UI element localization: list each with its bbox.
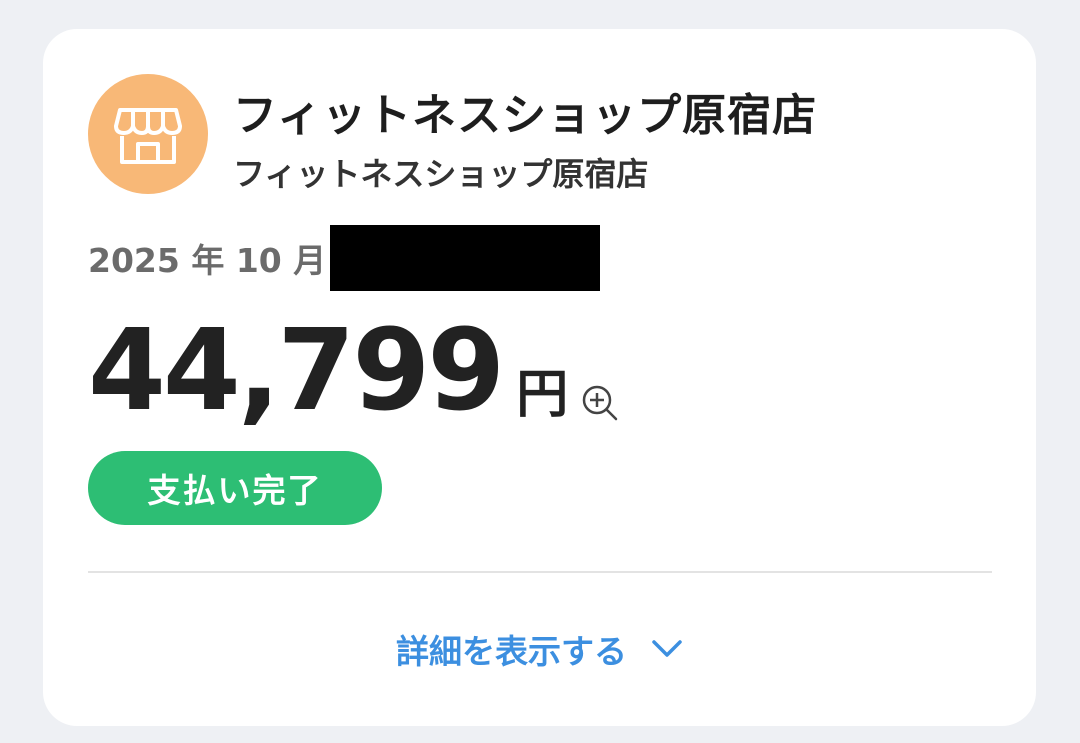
currency-unit: 円	[516, 365, 569, 425]
amount-row: 44,799 円	[88, 297, 620, 427]
transaction-date-row: 2025 年 10 月	[88, 225, 601, 291]
store-name: フィットネスショップ原宿店	[233, 90, 818, 141]
chevron-down-icon	[652, 640, 682, 657]
payment-card: フィットネスショップ原宿店 フィットネスショップ原宿店 2025 年 10 月 …	[43, 29, 1036, 726]
divider	[88, 571, 992, 573]
show-details-label: 詳細を表示する	[396, 632, 627, 671]
payment-amount: 44,799	[88, 306, 505, 436]
storefront-icon	[114, 108, 182, 164]
show-details-button[interactable]: 詳細を表示する	[43, 617, 1036, 681]
store-subname: フィットネスショップ原宿店	[233, 155, 649, 193]
zoom-in-icon[interactable]	[580, 383, 620, 423]
redacted-block	[330, 225, 601, 291]
status-badge: 支払い完了	[88, 451, 382, 525]
transaction-date: 2025 年 10 月	[88, 241, 327, 280]
store-avatar	[88, 74, 208, 194]
